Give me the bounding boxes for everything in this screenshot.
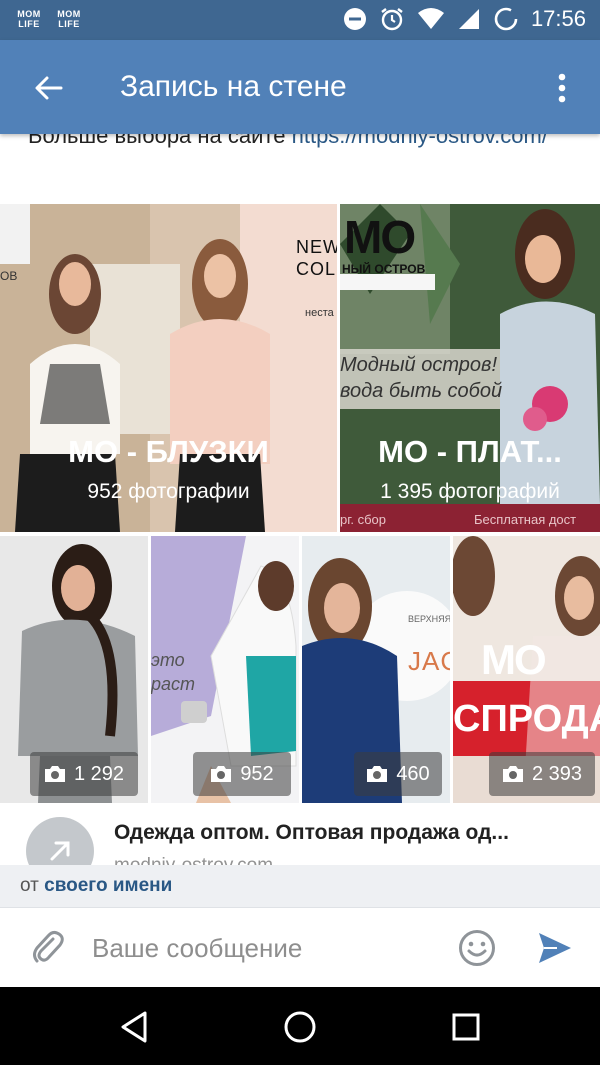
system-nav-bar [0, 987, 600, 1065]
photo-count: 952 [240, 762, 274, 785]
send-icon [539, 933, 571, 963]
mom-life-app-icon: MOM LIFE [14, 7, 44, 31]
photo-tile[interactable]: это раст 952 [151, 536, 299, 803]
paperclip-icon [33, 930, 64, 963]
link-preview-card[interactable]: Одежда оптом. Оптовая продажа од... modn… [0, 803, 600, 865]
album-title: МО - БЛУЗКИ [68, 434, 269, 469]
photo-small-text: ВЕРХНЯЯ [408, 614, 450, 624]
photo-count-badge: 460 [354, 752, 442, 796]
photo-tile[interactable]: ВЕРХНЯЯ JAC 460 [302, 536, 450, 803]
camera-icon [211, 766, 232, 782]
album-photo-count: 952 фотографии [87, 480, 250, 503]
clock: 17:56 [530, 6, 586, 31]
album-sign-line: вода быть собой [340, 380, 503, 402]
photo-count-badge: 2 393 [489, 752, 595, 796]
post-as-prefix: от [20, 875, 39, 896]
app-bar: Запись на стене [0, 40, 600, 134]
link-preview-domain: modniy-ostrov.com [114, 855, 273, 865]
back-button[interactable] [24, 64, 72, 112]
photo-tile[interactable]: 1 292 [0, 536, 148, 803]
smiley-icon [459, 930, 495, 966]
system-icons: 17:56 [343, 6, 586, 32]
do-not-disturb-icon [343, 8, 366, 30]
camera-icon [44, 766, 65, 782]
mom-life-logo-line: MOM [57, 9, 81, 19]
message-input[interactable] [92, 924, 432, 972]
alarm-icon [381, 8, 403, 31]
album-photo-count: 1 395 фотографий [380, 480, 560, 503]
photo-brand: МО [481, 636, 547, 683]
photo-count: 460 [396, 762, 430, 785]
mom-life-logo-line: LIFE [58, 19, 80, 29]
post-as-name[interactable]: своего имени [44, 875, 172, 896]
album-small-text: неста [305, 307, 334, 319]
emoji-button[interactable] [455, 926, 499, 970]
notification-icons: MOM LIFE MOM LIFE [14, 7, 84, 31]
signal-icon [458, 9, 479, 29]
album-footer-right: Бесплатная дост [474, 512, 577, 527]
mom-life-logo-line: LIFE [18, 19, 40, 29]
mom-life-logo-line: MOM [17, 9, 41, 19]
status-bar: MOM LIFE MOM LIFE 17:56 [0, 0, 600, 40]
album-tile-blouses[interactable]: NEW COL ОВ неста МО - БЛУЗКИ 952 фотогра… [0, 204, 337, 532]
external-link-icon [50, 841, 70, 861]
more-vert-icon [558, 73, 566, 103]
attach-button[interactable] [26, 926, 70, 970]
photo-overlay-text: СПРОДА [453, 698, 600, 740]
photo-count: 1 292 [73, 762, 125, 785]
triangle-back-icon [121, 1011, 147, 1043]
camera-icon [367, 766, 388, 782]
square-recents-icon [452, 1013, 480, 1041]
camera-icon [502, 766, 523, 782]
album-sign-text: Модный остров! вода быть собой [340, 352, 502, 404]
photo-overlay-text: JAC [408, 646, 450, 676]
nav-back-button[interactable] [112, 1005, 156, 1049]
photo-overlay-text: это раст [151, 650, 196, 694]
nav-recents-button[interactable] [444, 1005, 488, 1049]
link-preview-title: Одежда оптом. Оптовая продажа од... [114, 821, 509, 844]
album-sign-line: Модный остров! [340, 354, 498, 376]
photo-tile[interactable]: МО СПРОДА 2 393 [453, 536, 600, 803]
wifi-icon [417, 8, 444, 29]
send-button[interactable] [532, 926, 578, 970]
album-overlay-text: NEW COL [296, 237, 337, 279]
album-tile-dresses[interactable]: МО НЫЙ ОСТРОВ Модный остров! вода быть с… [340, 204, 600, 532]
post-as-selector[interactable]: от своего имени [0, 865, 600, 907]
overflow-menu-button[interactable] [542, 66, 582, 110]
album-footer-left: рг. сбор [340, 512, 387, 527]
album-brand: МО [344, 211, 416, 263]
album-title: МО - ПЛАТ... [378, 434, 562, 469]
message-composer [0, 907, 600, 987]
nav-home-button[interactable] [278, 1005, 322, 1049]
photo-count-badge: 952 [193, 752, 291, 796]
screen: MOM LIFE MOM LIFE 17:56 Запись на стене [0, 0, 600, 1065]
mom-life-app-icon: MOM LIFE [54, 7, 84, 31]
arrow-back-icon [35, 76, 63, 100]
circle-home-icon [284, 1011, 316, 1043]
photo-count-badge: 1 292 [30, 752, 138, 796]
battery-icon [494, 7, 518, 31]
album-side-text: ОВ [0, 269, 18, 283]
page-title: Запись на стене [120, 70, 347, 103]
link-icon-circle [26, 817, 94, 865]
photo-count: 2 393 [531, 762, 583, 785]
album-brand-sub: НЫЙ ОСТРОВ [342, 262, 426, 276]
